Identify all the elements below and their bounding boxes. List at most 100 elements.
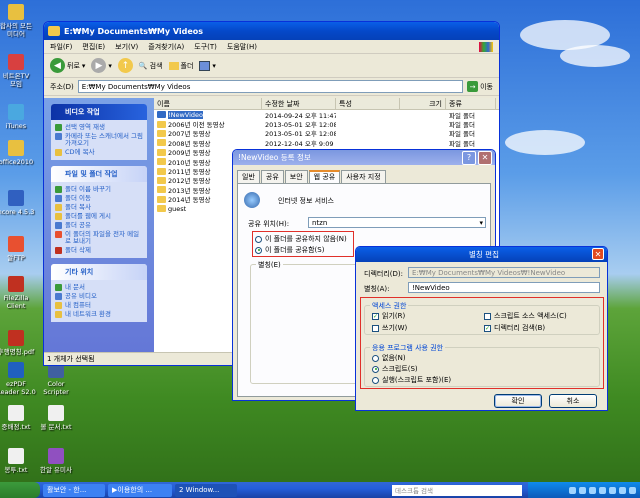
task-link[interactable]: 폴더 이름 바꾸기 (51, 185, 147, 194)
desktop-search-input[interactable]: 데스크톱 검색 (392, 484, 522, 496)
share-on-select[interactable]: ntzn ▾ (308, 217, 486, 228)
tray-icon[interactable] (629, 486, 636, 494)
desktop-icon[interactable]: 알FTP (0, 236, 36, 262)
cancel-button[interactable]: 취소 (549, 394, 597, 408)
start-button[interactable] (0, 482, 40, 498)
tab[interactable]: 일반 (237, 170, 260, 183)
task-link[interactable]: 선택 영역 재생 (51, 123, 147, 132)
desktop-icon[interactable]: 볼 문서.txt (36, 405, 76, 431)
folders-button[interactable]: 폴더 (168, 61, 193, 71)
alias-titlebar[interactable]: 별칭 편집 ✕ (356, 247, 607, 262)
desktop-icon[interactable]: 후행명칭.pdf (0, 330, 36, 356)
views-button[interactable]: ▾ (199, 60, 216, 71)
menu-item[interactable]: 도구(T) (194, 42, 217, 52)
task-link[interactable]: 폴더 삭제 (51, 246, 147, 255)
cloud (505, 130, 585, 155)
task-icon (55, 247, 62, 254)
task-panel: 비디오 작업선택 영역 재생 카메라 또는 스캐너에서 그림 가져오기 CD에 복사 (51, 104, 147, 160)
desktop-icon[interactable]: office2010 (0, 140, 36, 166)
radio-execute[interactable]: 실행(스크립트 포함)(E) (372, 375, 451, 385)
table-row[interactable]: 2008년 동영상 2012-12-04 오후 9:09 파일 폴더 (154, 138, 499, 148)
search-button[interactable]: 🔍 검색 (139, 61, 163, 71)
up-button[interactable]: ↑ (117, 58, 133, 73)
tray-icon[interactable] (579, 486, 586, 494)
menu-item[interactable]: 보기(V) (115, 42, 138, 52)
radio-share[interactable]: 이 폴더를 공유함(S) (255, 245, 324, 255)
desktop-icon[interactable]: iTunes (0, 104, 36, 130)
tray-icon[interactable] (619, 486, 626, 494)
menu-item[interactable]: 파일(F) (50, 42, 72, 52)
desktop-icon-image (48, 448, 64, 464)
column-header-cell[interactable]: 크기 (400, 98, 446, 109)
dir-browse-checkbox[interactable]: ✓ 디렉터리 검색(B) (484, 323, 545, 333)
write-checkbox[interactable]: 쓰기(W) (372, 323, 407, 333)
forward-button[interactable]: ▶ ▾ (91, 58, 112, 73)
menu-item[interactable]: 편집(E) (82, 42, 105, 52)
tab[interactable]: 사용자 지정 (341, 170, 386, 183)
desktop-icon-image (8, 54, 24, 70)
read-checkbox[interactable]: ✓ 읽기(R) (372, 311, 405, 321)
task-link[interactable]: 공유 비디오 (51, 292, 147, 301)
tab[interactable]: 웹 공유 (308, 170, 341, 183)
task-link[interactable]: 폴더 공유 (51, 221, 147, 230)
desktop-icon[interactable]: 중배정.txt (0, 405, 36, 431)
task-panel-header[interactable]: 파일 및 폴더 작업 (51, 166, 147, 182)
tray-icon[interactable] (589, 486, 596, 494)
desktop-icon[interactable]: 한알 유미사 (36, 448, 76, 474)
task-link[interactable]: 내 컴퓨터 (51, 301, 147, 310)
go-button[interactable]: → 이동 (467, 81, 499, 92)
column-header-cell[interactable]: 종류 (446, 98, 496, 109)
radio-none[interactable]: 없음(N) (372, 353, 406, 363)
desktop-icon[interactable]: 비트온TV 모임 (0, 54, 36, 88)
help-button[interactable]: ? (462, 150, 476, 165)
taskbar-item[interactable]: 2 Window... (175, 483, 237, 497)
task-panel-header[interactable]: 비디오 작업 (51, 104, 147, 120)
desktop-icon[interactable]: 합사의 모든 미디어 (0, 4, 36, 38)
menu-item[interactable]: 도움말(H) (227, 42, 257, 52)
task-link[interactable]: CD에 복사 (51, 148, 147, 157)
menu-item[interactable]: 즐겨찾기(A) (148, 42, 184, 52)
close-button[interactable]: ✕ (478, 150, 492, 165)
desktop-icon[interactable]: 봉투.txt (0, 448, 36, 474)
tray-icon[interactable] (599, 486, 606, 494)
alias-input[interactable]: !NewVideo (408, 282, 600, 293)
column-header-cell[interactable]: 수정한 날짜 (262, 98, 336, 109)
tray-icon[interactable] (569, 486, 576, 494)
column-header-cell[interactable]: 이름 (154, 98, 262, 109)
task-link[interactable]: 카메라 또는 스캐너에서 그림 가져오기 (51, 132, 147, 148)
tray-icon[interactable] (609, 486, 616, 494)
task-link[interactable]: 내 네트워크 환경 (51, 310, 147, 319)
desktop-icon[interactable]: ncore 4.5.3 (0, 190, 36, 216)
task-link[interactable]: 폴더를 웹에 게시 (51, 212, 147, 221)
ok-button[interactable]: 확인 (494, 394, 542, 408)
desktop-icon[interactable]: FileZilla Client (0, 276, 36, 310)
edit-alias-dialog[interactable]: 별칭 편집 ✕ 디렉터리(D): E:₩My Documents₩My Vide… (355, 246, 608, 411)
taskbar-item[interactable]: 활보안 - 한... (43, 483, 105, 497)
explorer-titlebar[interactable]: E:₩My Documents₩My Videos (44, 22, 499, 40)
task-panel-header[interactable]: 기타 위치 (51, 264, 147, 280)
script-source-checkbox[interactable]: 스크립트 소스 액세스(C) (484, 311, 567, 321)
table-row[interactable]: !NewVideo 2014-09-24 오후 11:47 파일 폴더 (154, 110, 499, 120)
taskbar-item[interactable]: ▶이용한의 ... (108, 483, 172, 497)
address-input[interactable]: E:₩My Documents₩My Videos (77, 80, 464, 93)
desktop-icon[interactable]: ezPDF Reader S2.0 (0, 362, 36, 396)
task-icon (55, 222, 62, 229)
task-link[interactable]: 이 폴더의 파일을 전자 메일로 보내기 (51, 230, 147, 246)
properties-titlebar[interactable]: !NewVideo 등록 정보 ? ✕ (233, 150, 495, 165)
radio-scripts[interactable]: 스크립트(S) (372, 364, 418, 374)
table-row[interactable]: 2007년 동영상 2013-05-01 오후 12:08 파일 폴더 (154, 129, 499, 138)
task-link[interactable]: 폴더 복사 (51, 203, 147, 212)
task-link[interactable]: 폴더 이동 (51, 194, 147, 203)
desktop-icon[interactable]: Color Scripter (36, 362, 76, 396)
column-header-cell[interactable]: 특성 (336, 98, 400, 109)
back-button[interactable]: ◀ 뒤로 ▾ (50, 58, 85, 73)
table-row[interactable]: 2006년 이전 동영상 2013-05-01 오후 12:08 파일 폴더 (154, 119, 499, 129)
tab[interactable]: 공유 (260, 170, 284, 183)
task-link[interactable]: 내 문서 (51, 283, 147, 292)
radio-no-share[interactable]: 이 폴더를 공유하지 않음(N) (255, 234, 347, 244)
desktop-icon-image (8, 4, 24, 20)
alias-close-button[interactable]: ✕ (592, 248, 604, 260)
desktop-icon-image (8, 330, 24, 346)
folder-icon (157, 139, 166, 147)
tab[interactable]: 보안 (284, 170, 308, 183)
